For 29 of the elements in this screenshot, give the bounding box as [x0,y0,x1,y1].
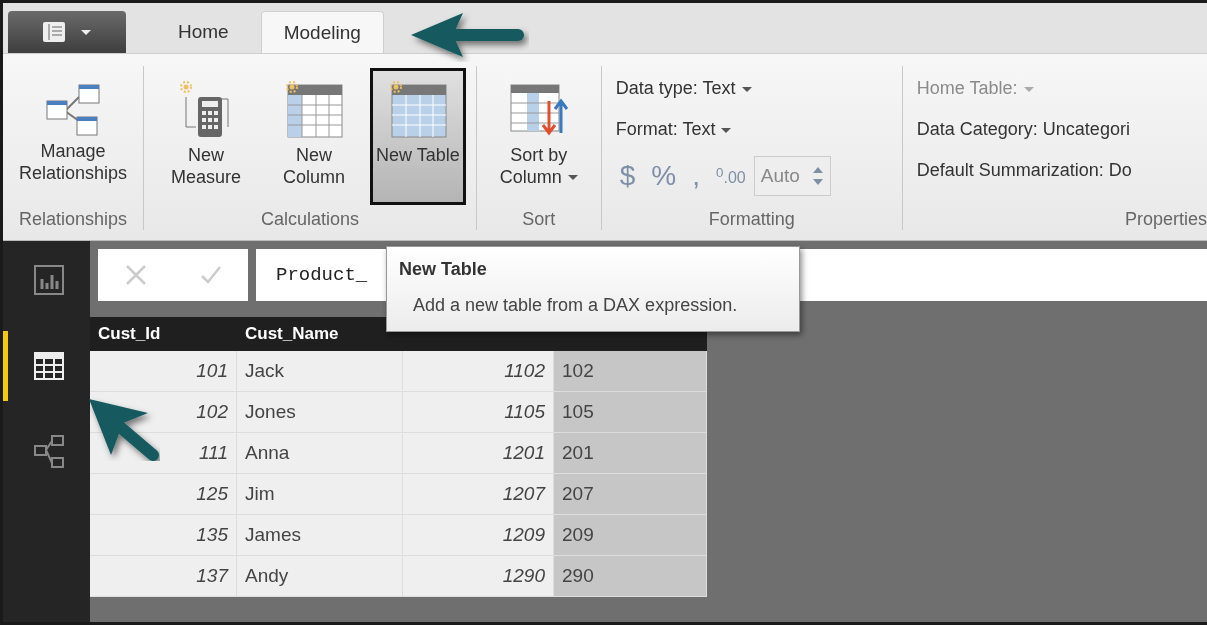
table-cell: 209 [554,515,707,556]
table-cell: 1102 [403,351,554,392]
table-cell: Anna [237,433,403,474]
group-label: Sort [521,208,557,230]
table-cell: 290 [554,556,707,597]
group-label: Calculations [259,208,360,230]
table-cell: 101 [90,351,237,392]
table-cell: 201 [554,433,707,474]
table-cell: 125 [90,474,237,515]
table-cell: 102 [554,351,707,392]
table-cell: James [237,515,403,556]
table-cell: 135 [90,515,237,556]
table-cell: 137 [90,556,237,597]
group-label: Properties [1123,208,1207,230]
table-cell: 1201 [403,433,554,474]
table-cell: Jack [237,351,403,392]
table-cell: 105 [554,392,707,433]
table-cell: 1209 [403,515,554,556]
tooltip-description: Add a new table from a DAX expression. [412,294,739,317]
group-label: Formatting [707,208,796,230]
table-cell: 1105 [403,392,554,433]
table-cell: Andy [237,556,403,597]
table-cell: 207 [554,474,707,515]
group-label: Relationships [18,208,129,230]
table-cell: Jones [237,392,403,433]
table-cell: Jim [237,474,403,515]
table-cell: 1207 [403,474,554,515]
tooltip-title: New Table [399,259,488,280]
table-cell: 1290 [403,556,554,597]
